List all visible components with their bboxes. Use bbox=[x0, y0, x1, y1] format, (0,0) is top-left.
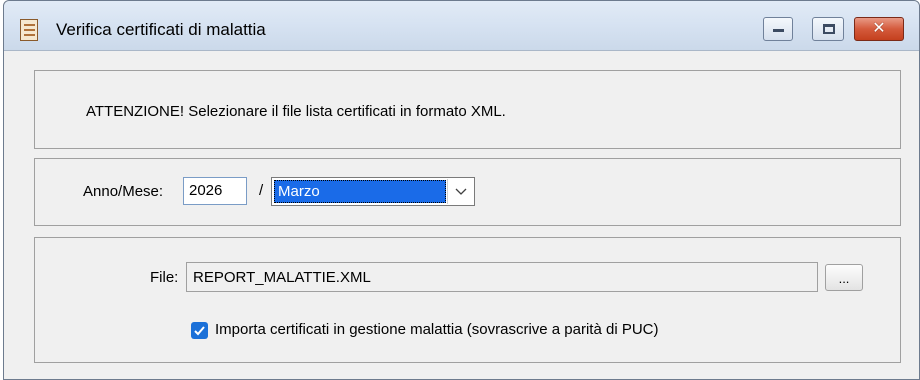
checkmark-icon bbox=[194, 326, 205, 336]
maximize-icon bbox=[823, 24, 835, 34]
title-bar[interactable]: Verifica certificati di malattia ✕ bbox=[4, 1, 919, 51]
month-selected-value: Marzo bbox=[274, 180, 446, 203]
month-dropdown-button[interactable] bbox=[447, 179, 473, 204]
chevron-down-icon bbox=[455, 188, 467, 195]
warning-text: ATTENZIONE! Selezionare il file lista ce… bbox=[86, 103, 506, 120]
document-icon bbox=[20, 19, 38, 41]
dialog-window: Verifica certificati di malattia ✕ ATTEN… bbox=[3, 0, 920, 380]
browse-button[interactable]: ... bbox=[825, 264, 863, 291]
file-panel: File: REPORT_MALATTIE.XML ... Importa ce… bbox=[34, 237, 901, 363]
period-separator: / bbox=[259, 182, 264, 199]
import-checkbox[interactable] bbox=[191, 322, 208, 339]
window-title: Verifica certificati di malattia bbox=[56, 20, 266, 39]
file-label: File: bbox=[150, 269, 179, 286]
year-input[interactable]: 2026 bbox=[183, 177, 247, 205]
maximize-button[interactable] bbox=[812, 17, 844, 41]
close-icon: ✕ bbox=[872, 20, 886, 37]
import-checkbox-label[interactable]: Importa certificati in gestione malattia… bbox=[215, 321, 659, 338]
warning-panel: ATTENZIONE! Selezionare il file lista ce… bbox=[34, 70, 901, 149]
minimize-button[interactable] bbox=[763, 17, 793, 41]
close-button[interactable]: ✕ bbox=[854, 17, 904, 41]
minimize-icon bbox=[773, 29, 784, 32]
period-panel: Anno/Mese: 2026 / Marzo bbox=[34, 158, 901, 226]
period-label: Anno/Mese: bbox=[83, 183, 164, 200]
file-path-field[interactable]: REPORT_MALATTIE.XML bbox=[186, 262, 818, 292]
month-select[interactable]: Marzo bbox=[271, 177, 475, 206]
